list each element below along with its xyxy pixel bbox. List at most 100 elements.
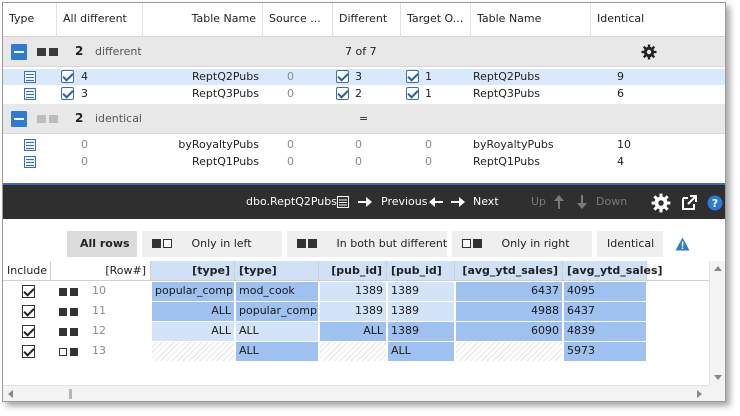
- cell-avg-ytd-sales-right[interactable]: 6437: [564, 302, 646, 321]
- previous-button[interactable]: Previous: [381, 185, 428, 219]
- group-row-identical[interactable]: 2 identical =: [3, 104, 725, 134]
- table-row[interactable]: 10 popular_comp mod_cook 1389 1389 6437 …: [3, 281, 709, 301]
- cell-avg-ytd-sales-right[interactable]: 4839: [564, 322, 646, 341]
- col-header-type[interactable]: Type: [3, 3, 57, 37]
- table-row[interactable]: 3 ReptQ3Pubs 0 2 1 ReptQ3Pubs 6: [3, 86, 725, 102]
- table-row[interactable]: 0 ReptQ1Pubs 0 0 0 ReptQ1Pubs 4: [3, 154, 725, 170]
- col-header-different[interactable]: Different: [333, 3, 401, 37]
- col-header-row-number[interactable]: [Row#]: [51, 261, 151, 281]
- different-checkbox[interactable]: [336, 87, 349, 100]
- cell-type-right[interactable]: ALL: [236, 322, 318, 341]
- arrow-up-icon[interactable]: [553, 195, 565, 209]
- collapse-icon[interactable]: [11, 44, 27, 60]
- table-row[interactable]: 12 ALL ALL ALL 1389 6090 4839: [3, 321, 709, 341]
- arrow-right-icon[interactable]: [451, 196, 465, 208]
- horizontal-scrollbar[interactable]: [3, 385, 709, 401]
- scroll-left-icon[interactable]: [8, 390, 13, 398]
- table-row[interactable]: 4 ReptQ2Pubs 0 3 1 ReptQ2Pubs 9: [3, 69, 725, 85]
- table-icon: [24, 71, 36, 83]
- col-header-table-name-left[interactable]: Table Name: [143, 3, 263, 37]
- cell-avg-ytd-sales-left[interactable]: 4988: [456, 302, 562, 321]
- col-header-identical[interactable]: Identical: [591, 3, 725, 37]
- target-checkbox[interactable]: [406, 87, 419, 100]
- cell-type-left[interactable]: popular_comp: [152, 282, 234, 301]
- scroll-up-icon[interactable]: [714, 266, 722, 271]
- col-header-avg-ytd-sales-right[interactable]: [avg_ytd_sales]: [563, 261, 663, 281]
- arrow-right-icon[interactable]: [358, 196, 372, 208]
- group-summary: 7 of 7: [345, 45, 377, 58]
- table-view-icon[interactable]: [337, 196, 349, 208]
- group-row-different[interactable]: 2 different 7 of 7: [3, 37, 725, 67]
- target-checkbox[interactable]: [406, 70, 419, 83]
- cell-pub-id-left[interactable]: 1389: [320, 302, 386, 321]
- col-header-source[interactable]: Source ...: [263, 3, 333, 37]
- include-checkbox[interactable]: [22, 325, 35, 338]
- target-only-count: 1: [425, 70, 432, 83]
- include-checkbox[interactable]: [61, 87, 74, 100]
- tab-only-in-left[interactable]: Only in left: [142, 231, 282, 257]
- cell-pub-id-right[interactable]: 1389: [388, 282, 454, 301]
- cell-type-right[interactable]: mod_cook: [236, 282, 318, 301]
- down-button[interactable]: Down: [596, 185, 627, 219]
- col-header-include[interactable]: Include: [3, 261, 51, 281]
- include-checkbox[interactable]: [22, 285, 35, 298]
- warning-icon[interactable]: [675, 237, 690, 251]
- tab-label: All rows: [80, 237, 130, 250]
- up-button[interactable]: Up: [531, 185, 546, 219]
- scroll-thumb[interactable]: [69, 389, 72, 399]
- table-row[interactable]: 13 ALL ALL 5973: [3, 341, 709, 361]
- col-header-target[interactable]: Target O...: [401, 3, 471, 37]
- arrow-left-icon[interactable]: [429, 196, 443, 208]
- row-number: 10: [89, 282, 149, 301]
- gear-icon[interactable]: [651, 193, 671, 213]
- table-icon: [24, 88, 36, 100]
- scroll-right-icon[interactable]: [697, 390, 702, 398]
- collapse-icon[interactable]: [11, 111, 27, 127]
- table-row[interactable]: 11 ALL popular_comp 1389 1389 4988 6437: [3, 301, 709, 321]
- cell-pub-id-right[interactable]: ALL: [388, 342, 454, 361]
- target-only-count: 1: [425, 87, 432, 100]
- cell-pub-id-left[interactable]: ALL: [320, 322, 386, 341]
- col-header-avg-ytd-sales-left[interactable]: [avg_ytd_sales]: [455, 261, 563, 281]
- col-header-pub-id-right[interactable]: [pub_id]: [387, 261, 455, 281]
- tab-only-in-right[interactable]: Only in right: [452, 231, 592, 257]
- tab-identical[interactable]: Identical: [597, 231, 663, 257]
- table-icon: [24, 139, 36, 151]
- source-only-count: 0: [287, 138, 294, 151]
- different-count: 0: [355, 138, 362, 151]
- include-checkbox[interactable]: [22, 345, 35, 358]
- cell-type-right[interactable]: popular_comp: [236, 302, 318, 321]
- cell-type-left[interactable]: ALL: [152, 322, 234, 341]
- next-button[interactable]: Next: [473, 185, 499, 219]
- vertical-scrollbar[interactable]: [709, 261, 725, 385]
- arrow-down-icon[interactable]: [576, 195, 588, 209]
- cell-pub-id-right[interactable]: 1389: [388, 302, 454, 321]
- col-header-type-right[interactable]: [type]: [235, 261, 319, 281]
- col-header-all-different[interactable]: All different: [57, 3, 143, 37]
- identical-count: 9: [617, 70, 624, 83]
- cell-avg-ytd-sales-right[interactable]: 4095: [564, 282, 646, 301]
- cell-avg-ytd-sales-right[interactable]: 5973: [564, 342, 646, 361]
- col-header-table-name-right[interactable]: Table Name: [471, 3, 591, 37]
- table-row[interactable]: 0 byRoyaltyPubs 0 0 0 byRoyaltyPubs 10: [3, 137, 725, 153]
- tab-all-rows[interactable]: All rows: [67, 231, 137, 257]
- open-external-icon[interactable]: [682, 195, 697, 210]
- table-name-right: byRoyaltyPubs: [473, 138, 554, 151]
- cell-avg-ytd-sales-left[interactable]: 6437: [456, 282, 562, 301]
- include-checkbox[interactable]: [61, 70, 74, 83]
- scroll-down-icon[interactable]: [714, 375, 722, 380]
- tab-in-both-but-different[interactable]: In both but different: [287, 231, 447, 257]
- different-checkbox[interactable]: [336, 70, 349, 83]
- right-square-icon: [70, 328, 78, 336]
- cell-type-left[interactable]: ALL: [152, 302, 234, 321]
- cell-type-right[interactable]: ALL: [236, 342, 318, 361]
- tab-label: In both but different: [336, 237, 448, 250]
- cell-pub-id-left[interactable]: 1389: [320, 282, 386, 301]
- help-icon[interactable]: ?: [707, 195, 723, 211]
- col-header-pub-id-left[interactable]: [pub_id]: [319, 261, 387, 281]
- gear-icon[interactable]: [641, 44, 657, 60]
- cell-pub-id-right[interactable]: 1389: [388, 322, 454, 341]
- col-header-type-left[interactable]: [type]: [151, 261, 235, 281]
- include-checkbox[interactable]: [22, 305, 35, 318]
- cell-avg-ytd-sales-left[interactable]: 6090: [456, 322, 562, 341]
